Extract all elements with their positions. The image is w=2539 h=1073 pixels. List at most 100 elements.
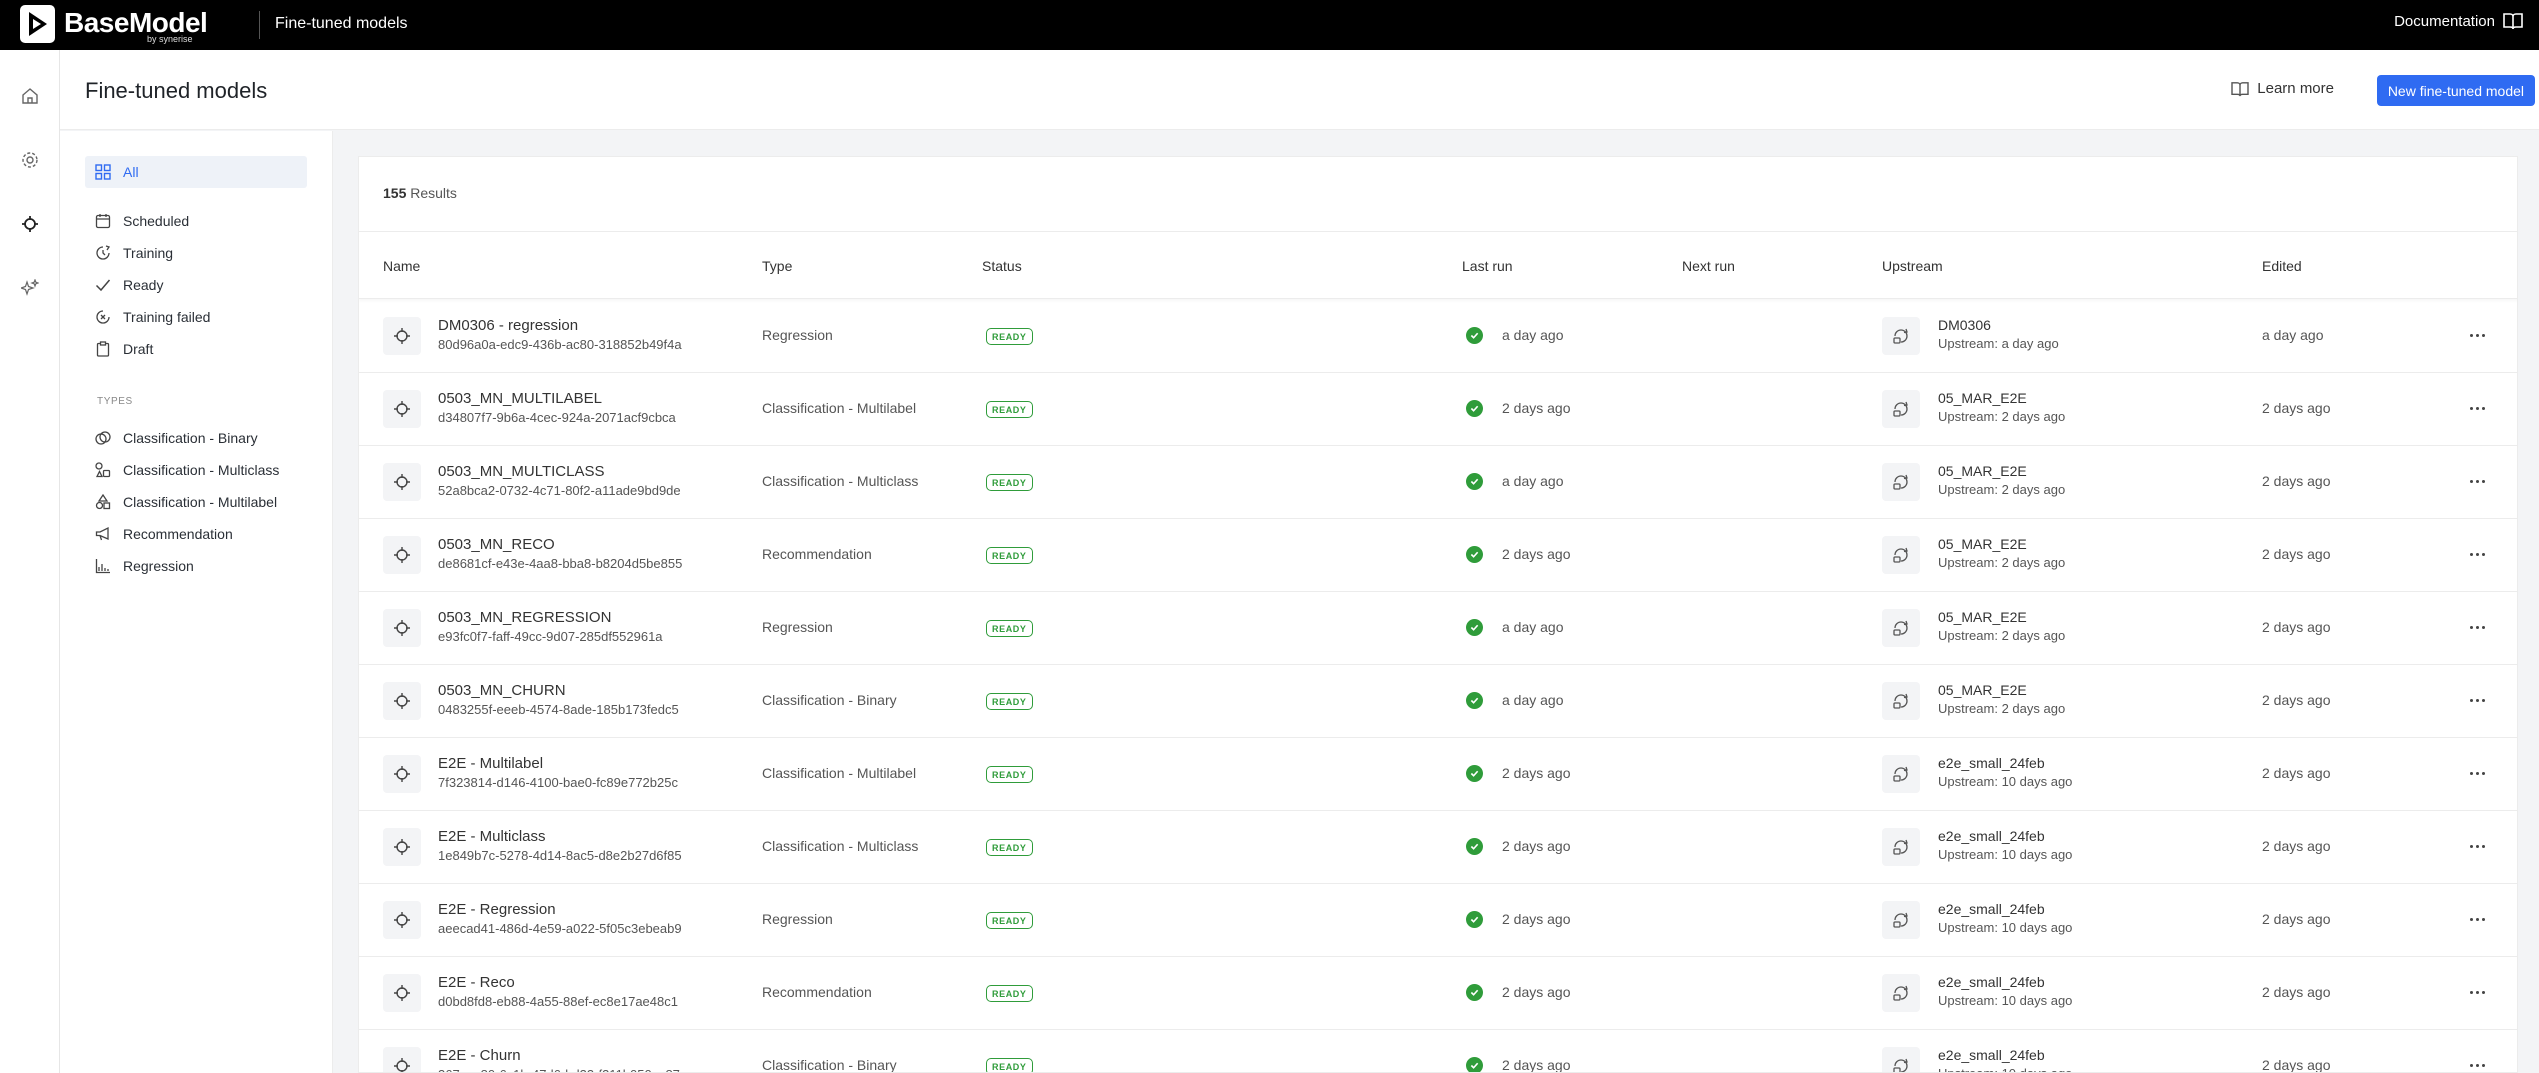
model-name[interactable]: 0503_MN_MULTILABEL [438,390,602,407]
filter-classification-multiclass[interactable]: Classification - Multiclass [85,454,307,486]
model-name[interactable]: E2E - Churn [438,1047,521,1064]
table-row[interactable]: E2E - Multiclass 1e849b7c-5278-4d14-8ac5-… [359,811,2517,884]
upstream-icon [1882,901,1920,939]
more-options-icon[interactable] [2465,398,2489,418]
model-type: Regression [762,911,833,927]
upstream-icon [1882,609,1920,647]
success-check-icon [1466,327,1483,344]
table-row[interactable]: E2E - Multilabel 7f323814-d146-4100-bae0-… [359,738,2517,811]
types-heading: TYPES [97,396,133,407]
upstream-name[interactable]: e2e_small_24feb [1938,974,2045,990]
filter-scheduled[interactable]: Scheduled [85,205,307,237]
success-check-icon [1466,619,1483,636]
filter-training[interactable]: Training [85,237,307,269]
upstream-name[interactable]: 05_MAR_E2E [1938,390,2027,406]
sparkle-icon[interactable] [14,272,46,304]
edited-time: 2 days ago [2262,400,2331,416]
column-next-run[interactable]: Next run [1682,258,1735,274]
status-badge: READY [986,693,1033,710]
new-fine-tuned-model-button[interactable]: New fine-tuned model [2376,75,2535,106]
more-options-icon[interactable] [2465,471,2489,491]
documentation-link[interactable]: Documentation [2394,12,2523,30]
crosshair-icon[interactable] [14,208,46,240]
column-type[interactable]: Type [762,258,792,274]
table-row[interactable]: E2E - Reco d0bd8fd8-eb88-4a55-88ef-ec8e17… [359,957,2517,1030]
more-options-icon[interactable] [2465,763,2489,783]
more-options-icon[interactable] [2465,909,2489,929]
edited-time: 2 days ago [2262,1057,2331,1073]
model-type: Classification - Binary [762,692,897,708]
table-row[interactable]: DM0306 - regression 80d96a0a-edc9-436b-ac… [359,300,2517,373]
gear-icon[interactable] [14,144,46,176]
last-run: 2 days ago [1502,765,1571,781]
filter-regression[interactable]: Regression [85,550,307,582]
status-badge: READY [986,766,1033,783]
filter-classification-multilabel[interactable]: Classification - Multilabel [85,486,307,518]
upstream-name[interactable]: DM0306 [1938,317,1991,333]
more-options-icon[interactable] [2465,982,2489,1002]
table-row[interactable]: E2E - Churn 367cee80-6c1b-47d6-bd33-f311b… [359,1030,2517,1073]
column-edited[interactable]: Edited [2262,258,2302,274]
more-options-icon[interactable] [2465,617,2489,637]
upstream-name[interactable]: e2e_small_24feb [1938,755,2045,771]
filter-draft[interactable]: Draft [85,333,307,365]
results-label: Results [410,185,457,201]
table-row[interactable]: E2E - Regression aeecad41-486d-4e59-a022-… [359,884,2517,957]
upstream-icon [1882,974,1920,1012]
upstream-name[interactable]: e2e_small_24feb [1938,901,2045,917]
table-row[interactable]: 0503_MN_MULTILABEL d34807f7-9b6a-4cec-924… [359,373,2517,446]
filter-ready[interactable]: Ready [85,269,307,301]
upstream-icon [1882,536,1920,574]
filter-label: Regression [123,558,194,574]
upstream-name[interactable]: e2e_small_24feb [1938,1047,2045,1063]
documentation-label: Documentation [2394,12,2495,30]
table-row[interactable]: 0503_MN_MULTICLASS 52a8bca2-0732-4c71-80f… [359,446,2517,519]
upstream-name[interactable]: 05_MAR_E2E [1938,609,2027,625]
more-options-icon[interactable] [2465,544,2489,564]
results-count: 155 Results [383,185,457,201]
upstream-icon [1882,682,1920,720]
model-name[interactable]: E2E - Multiclass [438,828,546,845]
model-name[interactable]: 0503_MN_REGRESSION [438,609,611,626]
last-run: 2 days ago [1502,984,1571,1000]
basemodel-logo-icon[interactable] [20,5,55,43]
column-status[interactable]: Status [982,258,1022,274]
filter-all[interactable]: All [85,156,307,188]
model-name[interactable]: E2E - Regression [438,901,556,918]
column-last-run[interactable]: Last run [1462,258,1513,274]
upstream-name[interactable]: e2e_small_24feb [1938,828,2045,844]
more-options-icon[interactable] [2465,325,2489,345]
model-crosshair-icon [383,609,421,647]
more-options-icon[interactable] [2465,1055,2489,1072]
model-name[interactable]: 0503_MN_RECO [438,536,555,553]
success-check-icon [1466,911,1483,928]
filter-classification-binary[interactable]: Classification - Binary [85,422,307,454]
upstream-name[interactable]: 05_MAR_E2E [1938,463,2027,479]
left-rail [0,50,60,1073]
model-name[interactable]: E2E - Multilabel [438,755,543,772]
learn-more-link[interactable]: Learn more [2231,80,2334,97]
model-type: Recommendation [762,984,872,1000]
upstream-icon [1882,390,1920,428]
table-row[interactable]: 0503_MN_CHURN 0483255f-eeeb-4574-8ade-185… [359,665,2517,738]
model-name[interactable]: E2E - Reco [438,974,515,991]
model-id: 367cee80-6c1b-47d6-bd33-f311b050ac87 [438,1067,680,1072]
learn-more-label: Learn more [2257,80,2334,97]
edited-time: 2 days ago [2262,765,2331,781]
filter-training-failed[interactable]: Training failed [85,301,307,333]
upstream-name[interactable]: 05_MAR_E2E [1938,682,2027,698]
filter-sidebar: All Scheduled Training Ready Training fa… [60,131,333,1073]
table-row[interactable]: 0503_MN_REGRESSION e93fc0f7-faff-49cc-9d0… [359,592,2517,665]
home-icon[interactable] [14,80,46,112]
table-row[interactable]: 0503_MN_RECO de8681cf-e43e-4aa8-bba8-b820… [359,519,2517,592]
column-name[interactable]: Name [383,258,420,274]
column-upstream[interactable]: Upstream [1882,258,1943,274]
filter-recommendation[interactable]: Recommendation [85,518,307,550]
filter-label: Training failed [123,309,211,325]
more-options-icon[interactable] [2465,690,2489,710]
model-name[interactable]: 0503_MN_MULTICLASS [438,463,604,480]
more-options-icon[interactable] [2465,836,2489,856]
model-name[interactable]: 0503_MN_CHURN [438,682,566,699]
upstream-name[interactable]: 05_MAR_E2E [1938,536,2027,552]
model-name[interactable]: DM0306 - regression [438,317,578,334]
